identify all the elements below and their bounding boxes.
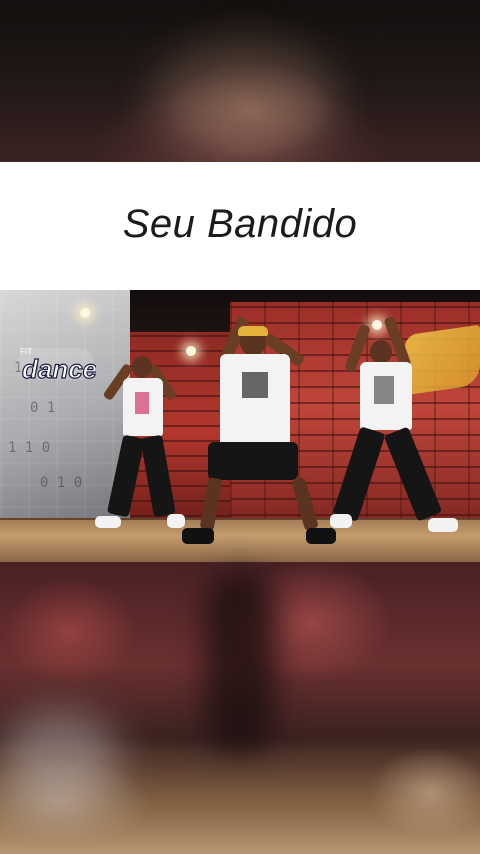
blurred-glow [150,40,340,160]
caption-title: Seu Bandido [122,201,358,246]
dance-video-frame[interactable]: 1 0 0 1 1 1 0 0 1 0 FIT dance [0,290,480,562]
blurred-dancer-silhouette [205,572,275,752]
ceiling-light [80,308,90,318]
caption-band: Seu Bandido [0,162,480,290]
dancer-right [330,315,460,548]
blurred-backdrop-top [0,0,480,162]
svg-text:dance: dance [22,354,96,384]
video-post-screen: Seu Bandido 1 0 0 1 1 1 0 0 1 0 FIT danc… [0,0,480,854]
dancer-left [95,350,185,540]
dancer-center [180,312,340,557]
blurred-highlight [0,712,120,802]
yellow-cap [238,326,268,336]
fit-dance-logo: FIT dance [18,347,96,385]
blurred-backdrop-bottom [0,562,480,854]
